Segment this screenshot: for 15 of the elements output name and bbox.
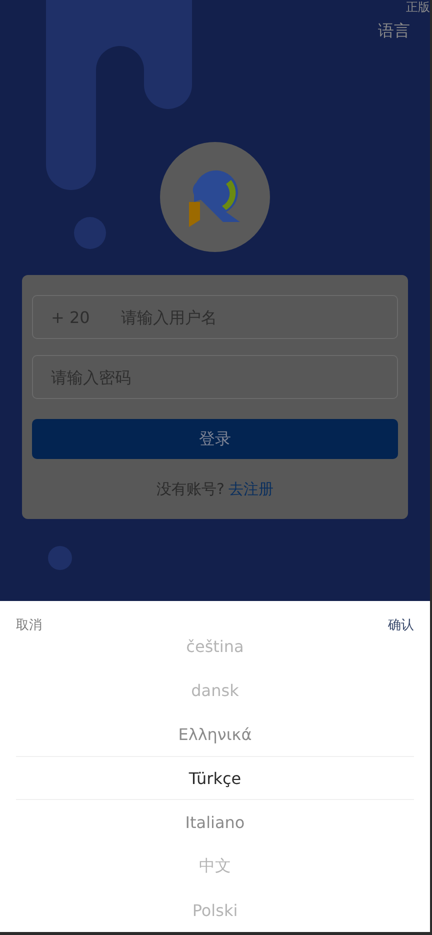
login-button[interactable]: 登录 — [32, 419, 398, 459]
confirm-button[interactable]: 确认 — [388, 616, 414, 638]
background-circle — [74, 217, 106, 249]
background-circle — [48, 546, 72, 570]
language-option[interactable]: Polski — [16, 888, 414, 932]
language-option[interactable]: dansk — [16, 668, 414, 712]
register-link[interactable]: 去注册 — [228, 480, 274, 499]
language-option[interactable]: Italiano — [16, 800, 414, 844]
language-option[interactable]: Türkçe — [16, 756, 414, 800]
language-option[interactable]: 中文 — [16, 844, 414, 888]
cancel-button[interactable]: 取消 — [16, 616, 42, 638]
language-option[interactable]: čeština — [16, 638, 414, 668]
language-option[interactable]: Ελληνικά — [16, 712, 414, 756]
edition-label: 正版 — [406, 0, 430, 14]
language-link[interactable]: 语言 — [378, 21, 410, 49]
